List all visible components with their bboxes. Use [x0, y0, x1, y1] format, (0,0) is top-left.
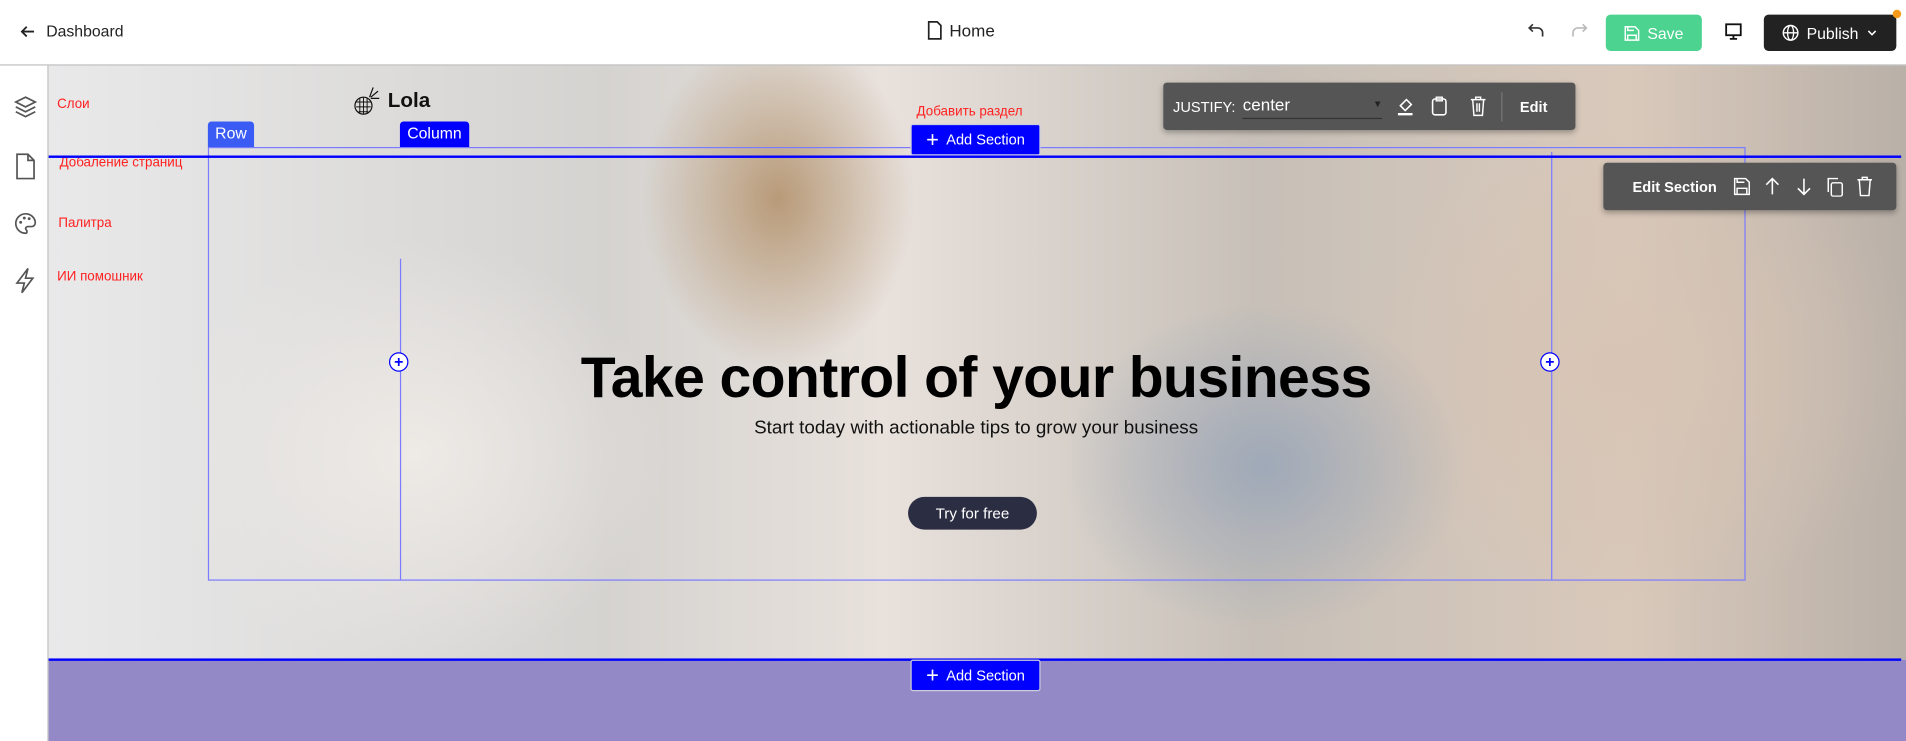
globe-icon — [1782, 24, 1799, 41]
publish-label: Publish — [1806, 23, 1859, 42]
page-title: Home — [926, 21, 995, 40]
trash-icon[interactable] — [1470, 96, 1487, 117]
chevron-down-icon — [1866, 27, 1878, 39]
row-tag[interactable]: Row — [207, 121, 255, 147]
redo-icon[interactable] — [1571, 22, 1588, 39]
add-section-hint: Добавить раздел — [916, 104, 1023, 120]
logo-text: Lola — [387, 88, 431, 112]
element-toolbar: JUSTIFY: center ▼ Edit — [1163, 82, 1576, 130]
back-to-dashboard-link[interactable]: Dashboard — [19, 21, 124, 41]
back-label: Dashboard — [46, 21, 124, 41]
unsaved-dot — [1892, 9, 1902, 19]
file-icon[interactable] — [15, 153, 37, 180]
file-icon — [926, 21, 943, 40]
top-bar: Dashboard Home Save Publish — [0, 0, 1906, 66]
hero-subtitle[interactable]: Start today with actionable tips to grow… — [401, 418, 1551, 440]
sidebar-label-ai: ИИ помошник — [57, 269, 143, 285]
justify-label: JUSTIFY: — [1173, 97, 1236, 115]
move-up-icon[interactable] — [1765, 177, 1780, 195]
edit-element-button[interactable]: Edit — [1520, 98, 1548, 115]
save-button[interactable]: Save — [1605, 14, 1702, 52]
justify-select[interactable]: center ▼ — [1242, 94, 1383, 119]
desktop-preview-icon[interactable] — [1724, 22, 1743, 41]
palette-icon[interactable] — [13, 211, 37, 235]
publish-button[interactable]: Publish — [1763, 14, 1897, 52]
try-for-free-button[interactable]: Try for free — [908, 496, 1037, 530]
add-section-top-button[interactable]: + Add Section — [910, 123, 1041, 156]
add-section-label: Add Section — [946, 131, 1025, 149]
trash-icon[interactable] — [1857, 176, 1874, 197]
plus-icon: + — [926, 127, 939, 152]
hero-title[interactable]: Take control of your business — [401, 344, 1551, 411]
add-section-label: Add Section — [946, 666, 1025, 684]
lightning-icon[interactable] — [15, 267, 37, 294]
save-icon — [1624, 25, 1640, 41]
toolbar-divider — [1501, 91, 1503, 121]
add-section-bottom-button[interactable]: + Add Section — [910, 659, 1041, 692]
sidebar-label-palette: Палитра — [58, 216, 112, 231]
plus-icon: + — [926, 663, 939, 688]
section-toolbar: Edit Section — [1603, 162, 1897, 211]
undo-icon[interactable] — [1528, 22, 1545, 39]
save-label: Save — [1647, 23, 1684, 42]
pineapple-icon — [351, 85, 383, 117]
section-top-border — [48, 155, 1902, 158]
layers-icon[interactable] — [13, 95, 38, 119]
left-toolbar — [0, 65, 49, 741]
fill-color-icon[interactable] — [1397, 97, 1414, 116]
move-down-icon[interactable] — [1797, 177, 1812, 196]
duplicate-icon[interactable] — [1826, 177, 1844, 197]
justify-value: center — [1242, 94, 1291, 114]
sidebar-label-layers: Слои — [57, 97, 90, 112]
edit-section-button[interactable]: Edit Section — [1633, 178, 1717, 195]
column-tag[interactable]: Column — [399, 121, 469, 147]
clipboard-icon[interactable] — [1431, 96, 1448, 117]
site-logo[interactable]: Lola — [351, 85, 430, 117]
arrow-left-icon — [19, 22, 36, 39]
dropdown-caret-icon: ▼ — [1372, 98, 1383, 110]
page-title-text: Home — [949, 20, 995, 41]
save-icon[interactable] — [1734, 177, 1751, 196]
